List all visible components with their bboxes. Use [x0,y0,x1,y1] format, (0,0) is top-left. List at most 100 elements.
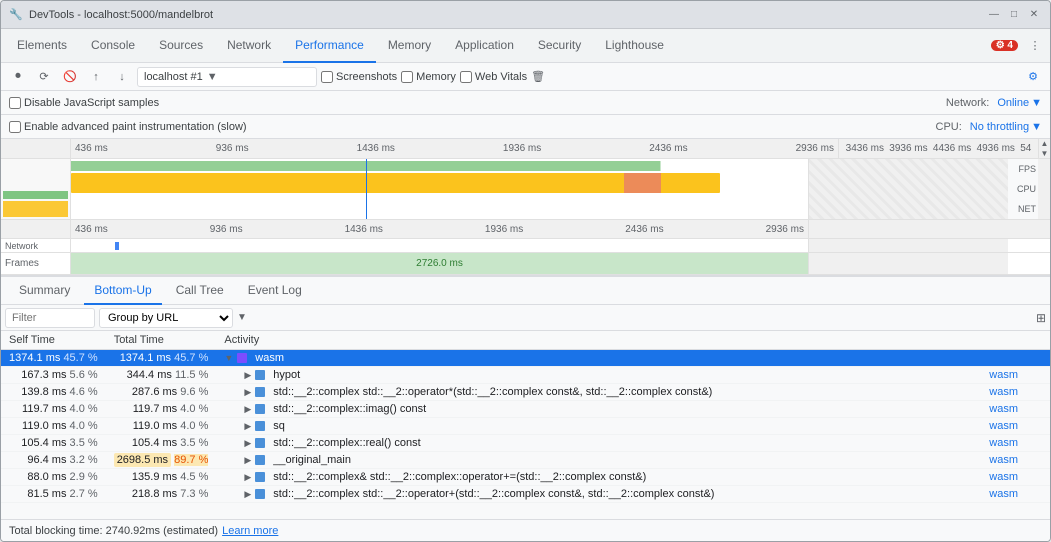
func-icon [255,370,265,380]
table-row[interactable]: 119.7 ms 4.0 %119.7 ms 4.0 %▶std::__2::c… [1,401,1050,418]
download-button[interactable]: ↓ [111,66,133,88]
learn-more-link[interactable]: Learn more [222,525,278,537]
expand-arrow[interactable]: ▶ [244,421,251,432]
total-time-cell: 1374.1 ms 45.7 % [106,350,217,367]
col-self-time[interactable]: Self Time [1,331,106,350]
table-row[interactable]: 1374.1 ms 45.7 %1374.1 ms 45.7 %▼wasm [1,350,1050,367]
tab-console[interactable]: Console [79,29,147,63]
disable-js-label[interactable]: Disable JavaScript samples [9,97,159,109]
chart-labels: FPS CPU NET [1008,159,1038,219]
frames-row: Frames 2726.0 ms [1,253,1050,275]
self-time-cell: 1374.1 ms 45.7 % [1,350,106,367]
screenshots-checkbox[interactable] [321,71,333,83]
col-activity[interactable]: Activity [216,331,1050,350]
cpu-bar-peak [624,173,661,193]
s-tick-2: 1436 ms [345,224,383,235]
capture-settings-button[interactable]: ⚙ [1022,66,1044,88]
tab-summary[interactable]: Summary [9,277,80,305]
col-total-time[interactable]: Total Time [106,331,217,350]
cpu-label: CPU: [936,121,962,133]
tab-network[interactable]: Network [215,29,283,63]
tab-security[interactable]: Security [526,29,593,63]
tab-sources[interactable]: Sources [147,29,215,63]
chart-scrollbar [1038,159,1050,219]
func-icon [255,438,265,448]
group-by-select[interactable]: Group by URL Group by Category Group by … [99,308,233,328]
activity-name: std::__2::complex& std::__2::complex::op… [273,471,646,483]
network-label: Network: [946,97,989,109]
tick-3: 1936 ms [503,143,541,154]
table-row[interactable]: 105.4 ms 3.5 %105.4 ms 3.5 %▶std::__2::c… [1,435,1050,452]
expand-arrow[interactable]: ▶ [244,455,251,466]
screenshots-checkbox-label[interactable]: Screenshots [321,71,397,83]
self-time-cell: 139.8 ms 4.6 % [1,384,106,401]
settings-button[interactable]: ⋮ [1024,35,1046,57]
link-cell[interactable]: wasm [989,386,1042,398]
table-row[interactable]: 88.0 ms 2.9 %135.9 ms 4.5 %▶std::__2::co… [1,469,1050,486]
scroll-down-arrow[interactable]: ▼ [1039,149,1050,158]
total-time-cell: 135.9 ms 4.5 % [106,469,217,486]
total-time-cell: 344.4 ms 11.5 % [106,367,217,384]
frames-content[interactable]: 2726.0 ms [71,253,808,274]
link-cell[interactable]: wasm [989,471,1042,483]
cpu-dropdown[interactable]: No throttling ▼ [970,121,1042,133]
link-cell[interactable]: wasm [989,420,1042,432]
tab-performance[interactable]: Performance [283,29,376,63]
filter-input[interactable] [5,308,95,328]
link-cell[interactable]: wasm [989,454,1042,466]
tab-event-log[interactable]: Event Log [238,277,312,305]
web-vitals-checkbox[interactable] [460,71,472,83]
tab-memory[interactable]: Memory [376,29,443,63]
activity-name: std::__2::complex std::__2::operator*(st… [273,386,712,398]
url-bar: localhost #1 ▼ [137,67,317,87]
enable-paint-checkbox[interactable] [9,121,21,133]
filter-arrow[interactable]: ▼ [237,312,247,323]
filter-row: Group by URL Group by Category Group by … [1,305,1050,331]
tab-bottom-up[interactable]: Bottom-Up [84,277,161,305]
link-cell[interactable]: wasm [989,403,1042,415]
table-row[interactable]: 81.5 ms 2.7 %218.8 ms 7.3 %▶std::__2::co… [1,486,1050,503]
expand-arrow[interactable]: ▶ [244,387,251,398]
toolbar-row: ⏺ ⟳ 🚫 ↑ ↓ localhost #1 ▼ Screenshots Mem… [1,63,1050,91]
tab-lighthouse[interactable]: Lighthouse [593,29,676,63]
collapse-expand-button[interactable]: ⊞ [1036,311,1046,325]
self-time-cell: 96.4 ms 3.2 % [1,452,106,469]
total-time-cell: 119.0 ms 4.0 % [106,418,217,435]
tab-call-tree[interactable]: Call Tree [166,277,234,305]
network-content [71,239,808,252]
table-row[interactable]: 167.3 ms 5.6 %344.4 ms 11.5 %▶hypotwasm [1,367,1050,384]
link-cell[interactable]: wasm [989,488,1042,500]
web-vitals-checkbox-label[interactable]: Web Vitals [460,71,527,83]
table-row[interactable]: 119.0 ms 4.0 %119.0 ms 4.0 %▶sqwasm [1,418,1050,435]
cpu-label: CPU [1017,184,1036,194]
options-right-2: CPU: No throttling ▼ [936,121,1042,133]
close-button[interactable]: ✕ [1026,7,1042,23]
enable-paint-label[interactable]: Enable advanced paint instrumentation (s… [9,121,247,133]
clear-recordings-button[interactable]: 🗑 [531,70,545,83]
table-container[interactable]: Self Time Total Time Activity 1374.1 ms … [1,331,1050,519]
clear-button[interactable]: 🚫 [59,66,81,88]
upload-button[interactable]: ↑ [85,66,107,88]
maximize-button[interactable]: □ [1006,7,1022,23]
network-dropdown[interactable]: Online ▼ [997,97,1042,109]
disable-js-checkbox[interactable] [9,97,21,109]
expand-arrow[interactable]: ▶ [244,489,251,500]
record-button[interactable]: ⏺ [7,66,29,88]
stop-button[interactable]: ⟳ [33,66,55,88]
table-row[interactable]: 139.8 ms 4.6 %287.6 ms 9.6 %▶std::__2::c… [1,384,1050,401]
link-cell[interactable]: wasm [989,437,1042,449]
tab-elements[interactable]: Elements [5,29,79,63]
expand-arrow[interactable]: ▶ [244,404,251,415]
table-row[interactable]: 96.4 ms 3.2 %2698.5 ms 89.7 %▶__original… [1,452,1050,469]
scroll-up-arrow[interactable]: ▲ [1039,139,1050,148]
link-cell[interactable]: wasm [989,369,1042,381]
memory-checkbox-label[interactable]: Memory [401,71,456,83]
chart-area[interactable] [71,159,808,219]
expand-arrow[interactable]: ▶ [244,370,251,381]
expand-arrow[interactable]: ▶ [244,472,251,483]
minimize-button[interactable]: — [986,7,1002,23]
memory-checkbox[interactable] [401,71,413,83]
tab-application[interactable]: Application [443,29,526,63]
expand-arrow[interactable]: ▶ [244,438,251,449]
expand-arrow[interactable]: ▼ [224,353,233,363]
